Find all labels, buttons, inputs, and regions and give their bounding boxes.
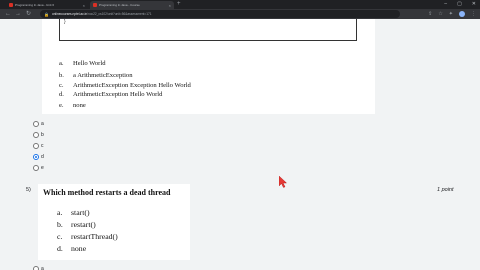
option-b: b. a ArithmeticException — [59, 72, 133, 79]
address-bar[interactable]: 🔒 onlinecourses.nptel.ac.in/noc22_cs102/… — [40, 10, 400, 18]
option-d: d. none — [57, 244, 86, 253]
close-tab-icon[interactable]: × — [169, 3, 171, 8]
answer-option-c[interactable]: c — [33, 143, 44, 149]
close-window-icon[interactable]: ✕ — [472, 0, 476, 9]
profile-avatar[interactable] — [459, 11, 465, 17]
radio-label: e — [41, 165, 44, 171]
radio-label: b — [41, 132, 44, 138]
answer-option-b[interactable]: b — [33, 132, 44, 138]
browser-tab-2[interactable]: Programming In Java - Course × — [90, 1, 174, 9]
radio-label: d — [41, 154, 44, 160]
youtube-favicon-icon — [9, 3, 13, 7]
option-letter: b. — [59, 72, 64, 79]
url-host: onlinecourses.nptel.ac.in — [51, 12, 88, 16]
option-text: a ArithmeticException — [73, 72, 133, 79]
option-text: none — [71, 244, 87, 253]
url-text: onlinecourses.nptel.ac.in/noc22_cs102/un… — [52, 12, 152, 16]
option-text: restart() — [71, 220, 96, 229]
code-snippet-box: } — [59, 19, 357, 41]
question-title: Which method restarts a dead thread — [43, 188, 171, 197]
answer-option-d[interactable]: d — [33, 154, 44, 160]
option-c: c. restartThread() — [57, 232, 118, 241]
youtube-favicon-icon — [93, 3, 97, 7]
option-letter: d. — [59, 91, 64, 98]
option-c: c. ArithmeticException Exception Hello W… — [59, 82, 191, 89]
option-letter: b. — [57, 220, 63, 229]
option-b: b. restart() — [57, 220, 96, 229]
extensions-icon[interactable]: ✦ — [449, 11, 453, 17]
maximize-icon[interactable]: ▢ — [457, 0, 462, 9]
question-points: 1 point — [437, 187, 454, 193]
option-e: e. none — [59, 102, 86, 109]
radio-button-selected[interactable] — [33, 154, 39, 160]
forward-icon[interactable]: → — [15, 10, 21, 18]
option-letter: c. — [59, 82, 64, 89]
minimize-icon[interactable]: – — [444, 0, 447, 9]
option-letter: a. — [57, 208, 63, 217]
quiz-page: } a. Hello World b. a ArithmeticExceptio… — [0, 19, 480, 270]
menu-icon[interactable]: ⋮ — [471, 11, 476, 17]
share-icon[interactable]: ⇪ — [428, 11, 432, 17]
new-tab-icon[interactable]: + — [177, 1, 181, 8]
reload-icon[interactable]: ↻ — [26, 10, 31, 18]
radio-button[interactable] — [33, 165, 39, 171]
question-number: 5) — [26, 187, 31, 193]
answer-option-e[interactable]: e — [33, 165, 44, 171]
option-text: start() — [71, 208, 90, 217]
back-icon[interactable]: ← — [5, 10, 11, 18]
option-text: none — [73, 102, 86, 109]
code-fragment: } — [64, 19, 66, 25]
mouse-cursor-icon — [279, 176, 288, 188]
option-a: a. start() — [57, 208, 90, 217]
option-text: ArithmeticException Hello World — [73, 91, 163, 98]
radio-label: a — [41, 121, 44, 127]
toolbar-icons: ⇪ ☆ ✦ ⋮ — [428, 9, 476, 19]
answer-option-a[interactable]: a — [33, 266, 44, 270]
tab-title: Programming In Java - Course — [99, 3, 140, 7]
window-controls: – ▢ ✕ — [444, 0, 476, 9]
browser-toolbar: ← → ↻ 🔒 onlinecourses.nptel.ac.in/noc22_… — [0, 9, 480, 19]
radio-button[interactable] — [33, 143, 39, 149]
option-letter: d. — [57, 244, 63, 253]
browser-tab-strip: Programming In Java - Unit 6 × Programmi… — [0, 0, 480, 9]
star-icon[interactable]: ☆ — [438, 11, 442, 17]
tab-title: Programming In Java - Unit 6 — [15, 3, 55, 7]
radio-button[interactable] — [33, 121, 39, 127]
radio-label: a — [41, 266, 44, 270]
option-text: ArithmeticException Exception Hello Worl… — [73, 82, 191, 89]
radio-label: c — [41, 143, 44, 149]
option-text: Hello World — [73, 60, 106, 67]
lock-icon: 🔒 — [44, 11, 49, 17]
question-card-4: } a. Hello World b. a ArithmeticExceptio… — [42, 19, 375, 114]
option-letter: a. — [59, 60, 64, 67]
radio-button[interactable] — [33, 132, 39, 138]
option-a: a. Hello World — [59, 60, 106, 67]
option-text: restartThread() — [71, 232, 118, 241]
url-path: /noc22_cs102/unit?unit=56&assessment=171 — [87, 12, 152, 16]
option-letter: c. — [57, 232, 63, 241]
close-tab-icon[interactable]: × — [83, 3, 85, 8]
answer-option-a[interactable]: a — [33, 121, 44, 127]
option-d: d. ArithmeticException Hello World — [59, 91, 162, 98]
radio-button[interactable] — [33, 266, 39, 270]
browser-tab-1[interactable]: Programming In Java - Unit 6 × — [6, 1, 88, 9]
option-letter: e. — [59, 102, 64, 109]
